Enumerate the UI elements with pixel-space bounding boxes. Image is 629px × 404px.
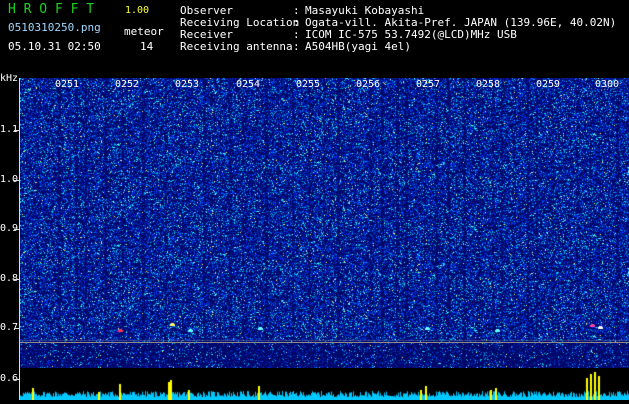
antenna-value: A504HB(yagi 4el)	[305, 40, 411, 53]
y-tick	[14, 379, 20, 380]
file-name: 0510310250.png	[8, 21, 101, 34]
y-axis-unit: kHz	[0, 73, 19, 84]
time-tick-label: 0252	[115, 79, 140, 90]
time-tick-label: 0300	[595, 79, 620, 90]
app-version: 1.00	[125, 5, 150, 16]
meteor-label: meteor	[124, 25, 164, 38]
time-tick-label: 0256	[356, 79, 381, 90]
time-tick-label: 0251	[55, 79, 80, 90]
time-tick-label: 0259	[536, 79, 561, 90]
meteor-count: 14	[140, 40, 154, 53]
y-tick	[14, 279, 20, 280]
time-tick-label: 0253	[175, 79, 200, 90]
signal-strength-canvas	[20, 368, 629, 400]
info-sep: :	[293, 40, 300, 53]
spectrogram	[20, 78, 629, 368]
signal-strength-plot	[20, 368, 629, 400]
app-title: H R O F F T	[8, 2, 95, 17]
frequency-marker-line	[20, 342, 629, 343]
time-tick-label: 0254	[236, 79, 261, 90]
y-tick	[14, 229, 20, 230]
y-tick	[14, 180, 20, 181]
file-datetime: 05.10.31 02:50	[8, 40, 101, 53]
y-tick	[14, 328, 20, 329]
time-tick-label: 0257	[416, 79, 441, 90]
spectrogram-canvas	[20, 78, 629, 368]
header-panel: H R O F F T 1.00 0510310250.png 05.10.31…	[0, 0, 629, 72]
y-tick	[14, 130, 20, 131]
time-tick-label: 0255	[296, 79, 321, 90]
y-axis	[19, 78, 20, 400]
info-label-antenna: Receiving antenna	[180, 40, 293, 53]
time-tick-label: 0258	[476, 79, 501, 90]
